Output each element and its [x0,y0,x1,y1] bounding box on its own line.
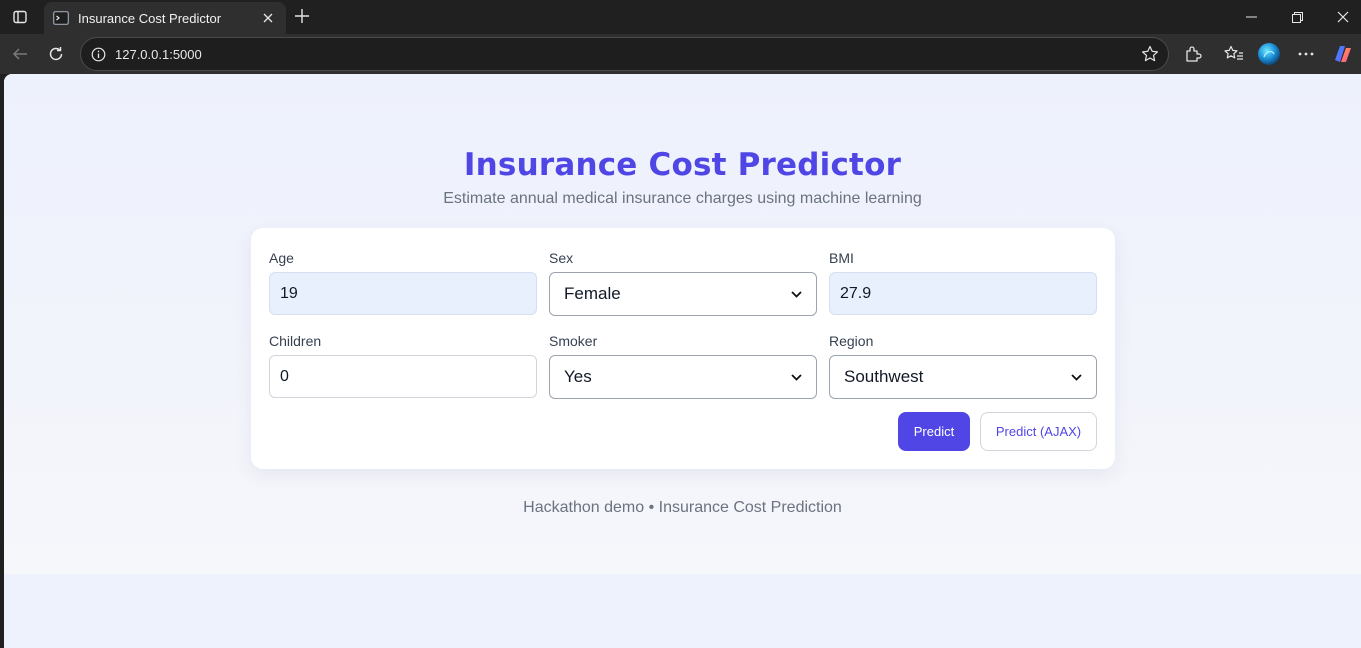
sex-select[interactable]: Female [549,272,817,316]
plus-icon[interactable] [290,4,314,28]
address-bar[interactable]: 127.0.0.1:5000 [80,37,1169,71]
chevron-down-icon [790,288,802,300]
page-subtitle: Estimate annual medical insurance charge… [443,190,922,207]
favorites-icon[interactable] [1220,40,1248,68]
copilot-icon[interactable] [1329,40,1357,68]
tab-title: Insurance Cost Predictor [78,10,222,26]
tab-actions-icon[interactable] [8,5,32,29]
smoker-label: Smoker [549,333,598,349]
page-viewport: Insurance Cost Predictor Estimate annual… [4,74,1361,648]
footer-text: Hackathon demo • Insurance Cost Predicti… [523,499,842,516]
prediction-form-card: Age 19 Sex Female BMI 27.9 Children 0 Sm… [251,228,1115,469]
chevron-down-icon [790,371,802,383]
region-select-value: Southwest [844,367,924,386]
bmi-input[interactable]: 27.9 [829,272,1097,315]
restore-icon[interactable] [1274,0,1320,34]
terminal-favicon-icon [53,10,69,26]
region-select[interactable]: Southwest [829,355,1097,399]
smoker-select[interactable]: Yes [549,355,817,399]
children-input[interactable]: 0 [269,355,537,398]
children-label: Children [269,333,322,349]
region-label: Region [829,333,874,349]
profile-icon[interactable] [1255,40,1283,68]
minimize-icon[interactable] [1228,0,1274,34]
page-title: Insurance Cost Predictor [463,147,902,183]
predict-ajax-button[interactable]: Predict (AJAX) [980,412,1097,451]
refresh-icon[interactable] [42,40,70,68]
bmi-label: BMI [829,250,854,266]
browser-tab[interactable]: Insurance Cost Predictor [44,2,286,34]
close-icon[interactable] [258,8,278,28]
close-window-icon[interactable] [1320,0,1361,34]
predict-button[interactable]: Predict [898,412,970,451]
smoker-select-value: Yes [564,367,592,386]
info-icon[interactable] [89,45,107,63]
chevron-down-icon [1070,371,1082,383]
age-label: Age [269,250,294,266]
more-icon[interactable] [1292,40,1320,68]
sex-select-value: Female [564,284,621,303]
browser-toolbar: 127.0.0.1:5000 [0,34,1361,74]
tab-bar: Insurance Cost Predictor [0,0,1361,34]
back-icon[interactable] [6,40,34,68]
age-input[interactable]: 19 [269,272,537,315]
page-main: Insurance Cost Predictor Estimate annual… [4,74,1361,574]
url-text[interactable]: 127.0.0.1:5000 [115,47,202,62]
star-icon[interactable] [1140,44,1160,64]
extensions-icon[interactable] [1179,40,1207,68]
sex-label: Sex [549,250,574,266]
